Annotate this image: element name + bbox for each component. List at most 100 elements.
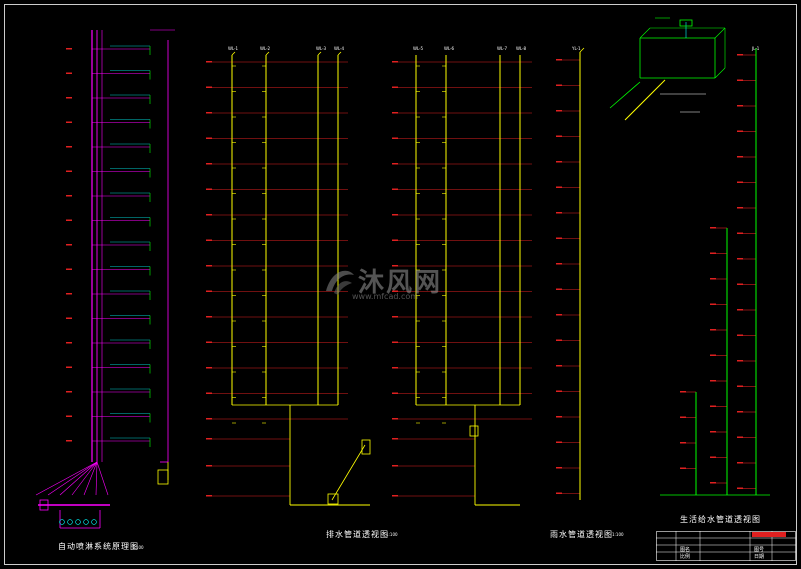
- supply-diagonal: [624, 79, 666, 121]
- floor-elevation-mark: [206, 61, 212, 63]
- title-block-label: 图号: [754, 547, 765, 553]
- title-block: 图名 图号 比例 日期: [656, 531, 796, 561]
- floor-elevation-mark: [710, 380, 716, 382]
- floor-elevation-mark: [710, 405, 716, 407]
- floor-elevation-mark: [66, 195, 72, 197]
- floor-elevation-mark: [737, 207, 743, 209]
- caption-rainwater-perspective: 雨水管道透视图: [550, 530, 613, 539]
- floor-elevation-mark: [556, 492, 562, 494]
- floor-elevation-mark: [206, 418, 212, 420]
- floor-elevation-mark: [556, 390, 562, 392]
- floor-elevation-mark: [66, 219, 72, 221]
- floor-elevation-mark: [556, 59, 562, 61]
- tank-outline: [639, 27, 651, 39]
- caption-water-supply-perspective: 生活给水管道透视图: [680, 515, 761, 524]
- floor-elevation-mark: [392, 316, 398, 318]
- drainage-diagonal: [331, 444, 366, 501]
- floor-elevation-mark: [737, 385, 743, 387]
- floor-elevation-mark: [66, 97, 72, 99]
- floor-elevation-mark: [206, 188, 212, 190]
- scale-mark-sprinkler: 1:100: [132, 545, 144, 550]
- floor-elevation-mark: [680, 442, 686, 444]
- vent-cap: [317, 51, 322, 56]
- floor-elevation-mark: [556, 467, 562, 469]
- pump-symbol: [91, 519, 97, 525]
- floor-elevation-mark: [206, 438, 212, 440]
- caption-sprinkler-diagram: 自动喷淋系统原理图: [58, 542, 139, 551]
- floor-elevation-mark: [556, 161, 562, 163]
- sprinkler-fan-pipe: [71, 461, 98, 496]
- floor-elevation-mark: [392, 112, 398, 114]
- floor-elevation-mark: [710, 278, 716, 280]
- floor-elevation-mark: [66, 366, 72, 368]
- floor-elevation-mark: [66, 268, 72, 270]
- tank-outline: [714, 67, 726, 79]
- floor-elevation-mark: [66, 121, 72, 123]
- floor-elevation-mark: [710, 252, 716, 254]
- floor-elevation-mark: [710, 227, 716, 229]
- floor-elevation-mark: [556, 314, 562, 316]
- floor-elevation-mark: [556, 416, 562, 418]
- pump-symbol: [75, 519, 81, 525]
- floor-elevation-mark: [737, 309, 743, 311]
- floor-elevation-mark: [392, 341, 398, 343]
- floor-elevation-mark: [392, 367, 398, 369]
- floor-elevation-mark: [66, 391, 72, 393]
- riser-tag: WL-8: [516, 46, 527, 51]
- floor-elevation-mark: [710, 456, 716, 458]
- floor-elevation-mark: [556, 339, 562, 341]
- floor-elevation-mark: [680, 416, 686, 418]
- title-block-label: 比例: [680, 554, 691, 560]
- sprinkler-fan-pipe: [47, 461, 98, 496]
- riser-tag: WL-1: [228, 46, 239, 51]
- floor-elevation-mark: [206, 86, 212, 88]
- title-block-label: 日期: [754, 554, 765, 560]
- floor-elevation-mark: [206, 290, 212, 292]
- floor-elevation-mark: [556, 110, 562, 112]
- riser-tag: WL-5: [413, 46, 424, 51]
- riser-tag: JL-1: [752, 46, 760, 51]
- floor-elevation-mark: [556, 212, 562, 214]
- caption-drainage-perspective: 排水管道透视图: [326, 530, 389, 539]
- scale-mark-drainage: 1:100: [386, 532, 398, 537]
- floor-elevation-mark: [737, 258, 743, 260]
- sprinkler-fan-pipe: [83, 461, 98, 496]
- floor-elevation-mark: [66, 170, 72, 172]
- floor-elevation-mark: [392, 465, 398, 467]
- sprinkler-fan-pipe: [59, 461, 98, 496]
- floor-elevation-mark: [737, 462, 743, 464]
- floor-elevation-mark: [66, 48, 72, 50]
- floor-elevation-mark: [392, 438, 398, 440]
- pump-symbol: [83, 519, 89, 525]
- floor-elevation-mark: [710, 482, 716, 484]
- sprinkler-fan-pipe: [95, 461, 98, 496]
- floor-elevation-mark: [737, 54, 743, 56]
- floor-elevation-mark: [556, 441, 562, 443]
- title-block-red-stamp: [752, 532, 786, 537]
- floor-elevation-mark: [556, 237, 562, 239]
- floor-elevation-mark: [737, 156, 743, 158]
- floor-elevation-mark: [737, 130, 743, 132]
- floor-elevation-mark: [206, 239, 212, 241]
- floor-elevation-mark: [737, 105, 743, 107]
- floor-elevation-mark: [206, 392, 212, 394]
- floor-elevation-mark: [66, 440, 72, 442]
- watermark-url: www.mfcad.com: [352, 292, 419, 301]
- alarm-valve-box: [157, 469, 169, 485]
- floor-elevation-mark: [206, 495, 212, 497]
- floor-elevation-mark: [737, 334, 743, 336]
- floor-elevation-mark: [737, 360, 743, 362]
- floor-elevation-mark: [556, 288, 562, 290]
- floor-elevation-mark: [206, 367, 212, 369]
- floor-elevation-mark: [206, 316, 212, 318]
- floor-elevation-mark: [556, 186, 562, 188]
- cleanout-box: [361, 439, 371, 455]
- cleanout-box: [469, 425, 479, 437]
- floor-elevation-mark: [206, 137, 212, 139]
- sprinkler-fan-pipe: [96, 461, 109, 496]
- floor-elevation-mark: [392, 392, 398, 394]
- supply-diagonal: [609, 81, 641, 109]
- floor-elevation-mark: [206, 214, 212, 216]
- floor-elevation-mark: [556, 365, 562, 367]
- vent-cap: [337, 51, 342, 56]
